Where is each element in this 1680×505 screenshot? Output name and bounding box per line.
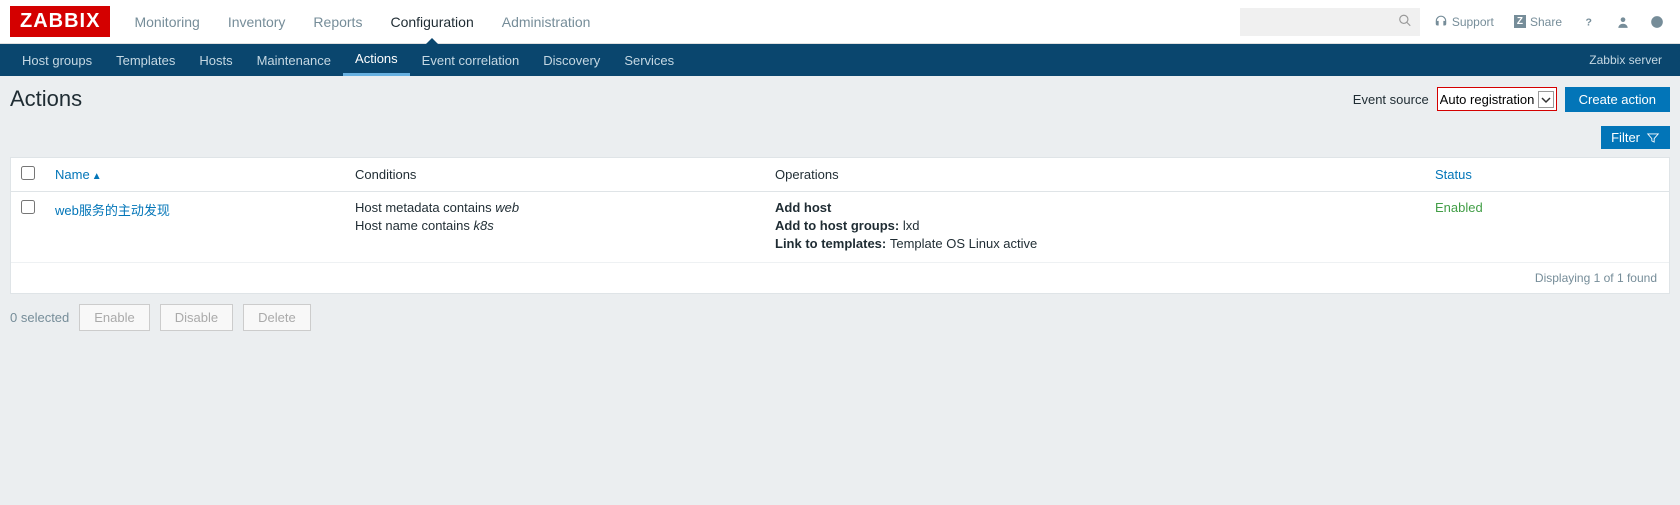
filter-label: Filter (1611, 130, 1640, 145)
event-source-select[interactable]: Auto registration (1438, 90, 1538, 109)
condition-value: web (495, 200, 519, 215)
row-checkbox[interactable] (21, 200, 35, 214)
subnav-templates[interactable]: Templates (104, 44, 187, 76)
header-status[interactable]: Status (1425, 158, 1669, 192)
subnav-services[interactable]: Services (612, 44, 686, 76)
sort-asc-icon: ▲ (92, 171, 102, 182)
nav-configuration[interactable]: Configuration (376, 0, 487, 44)
operation-line: Add host (775, 200, 1415, 215)
subnav-event-correlation[interactable]: Event correlation (410, 44, 532, 76)
header-name-label: Name (55, 167, 90, 182)
filter-icon (1646, 131, 1660, 145)
row-checkbox-cell (11, 192, 45, 263)
topnav-menu: Monitoring Inventory Reports Configurati… (120, 0, 604, 44)
create-action-button[interactable]: Create action (1565, 87, 1670, 112)
top-nav: ZABBIX Monitoring Inventory Reports Conf… (0, 0, 1680, 44)
support-link[interactable]: Support (1428, 11, 1500, 33)
event-source-label: Event source (1353, 92, 1429, 107)
header-operations: Operations (765, 158, 1425, 192)
help-icon[interactable]: ? (1576, 11, 1602, 33)
logo[interactable]: ZABBIX (10, 6, 110, 37)
delete-button[interactable]: Delete (243, 304, 311, 331)
operation-value: Template OS Linux active (890, 236, 1037, 251)
nav-reports[interactable]: Reports (299, 0, 376, 44)
subnav-discovery[interactable]: Discovery (531, 44, 612, 76)
power-icon[interactable] (1644, 11, 1670, 33)
condition-value: k8s (474, 218, 494, 233)
header-conditions: Conditions (345, 158, 765, 192)
operation-label: Add to host groups: (775, 218, 903, 233)
subnav-maintenance[interactable]: Maintenance (245, 44, 343, 76)
header-name[interactable]: Name▲ (45, 158, 345, 192)
page-header-right: Event source Auto registration Create ac… (1353, 87, 1670, 112)
actions-table: Name▲ Conditions Operations Status web服务… (11, 158, 1669, 263)
selected-count: 0 selected (10, 310, 69, 325)
filter-button[interactable]: Filter (1601, 126, 1670, 149)
subnav-host-groups[interactable]: Host groups (10, 44, 104, 76)
condition-line: Host metadata contains web (355, 200, 755, 215)
subnav-hosts[interactable]: Hosts (187, 44, 244, 76)
row-name-cell: web服务的主动发现 (45, 192, 345, 263)
condition-line: Host name contains k8s (355, 218, 755, 233)
action-name-link[interactable]: web服务的主动发现 (55, 203, 170, 218)
bottom-actions: 0 selected Enable Disable Delete (0, 294, 1680, 341)
row-status-cell: Enabled (1425, 192, 1669, 263)
share-link[interactable]: Z Share (1508, 11, 1568, 33)
select-all-checkbox[interactable] (21, 166, 35, 180)
table-row: web服务的主动发现 Host metadata contains web Ho… (11, 192, 1669, 263)
support-label: Support (1452, 15, 1494, 29)
sub-nav: Host groups Templates Hosts Maintenance … (0, 44, 1680, 76)
server-name[interactable]: Zabbix server (1589, 53, 1670, 67)
share-label: Share (1530, 15, 1562, 29)
condition-text: Host metadata contains (355, 200, 495, 215)
filter-bar: Filter (0, 122, 1680, 157)
header-checkbox-cell (11, 158, 45, 192)
row-operations-cell: Add host Add to host groups: lxd Link to… (765, 192, 1425, 263)
status-enabled-link[interactable]: Enabled (1435, 200, 1483, 215)
table-header-row: Name▲ Conditions Operations Status (11, 158, 1669, 192)
operation-line: Add to host groups: lxd (775, 218, 1415, 233)
condition-text: Host name contains (355, 218, 474, 233)
search-input[interactable] (1240, 8, 1420, 36)
subnav-menu: Host groups Templates Hosts Maintenance … (10, 44, 686, 76)
user-icon[interactable] (1610, 11, 1636, 33)
nav-inventory[interactable]: Inventory (214, 0, 300, 44)
row-conditions-cell: Host metadata contains web Host name con… (345, 192, 765, 263)
event-source-select-wrap: Auto registration (1437, 87, 1557, 111)
search-icon[interactable] (1398, 13, 1412, 30)
table-footer: Displaying 1 of 1 found (11, 263, 1669, 293)
page-header: Actions Event source Auto registration C… (0, 76, 1680, 122)
actions-table-container: Name▲ Conditions Operations Status web服务… (10, 157, 1670, 294)
svg-text:?: ? (1586, 16, 1592, 28)
operation-value: lxd (903, 218, 920, 233)
nav-monitoring[interactable]: Monitoring (120, 0, 213, 44)
page-title: Actions (10, 86, 82, 112)
disable-button[interactable]: Disable (160, 304, 233, 331)
chevron-down-icon[interactable] (1538, 91, 1554, 108)
nav-administration[interactable]: Administration (488, 0, 605, 44)
subnav-actions[interactable]: Actions (343, 44, 410, 76)
search-wrap (1240, 8, 1420, 36)
share-icon: Z (1514, 15, 1526, 28)
enable-button[interactable]: Enable (79, 304, 149, 331)
operation-label: Link to templates: (775, 236, 890, 251)
topnav-right: Support Z Share ? (1240, 8, 1670, 36)
operation-line: Link to templates: Template OS Linux act… (775, 236, 1415, 251)
